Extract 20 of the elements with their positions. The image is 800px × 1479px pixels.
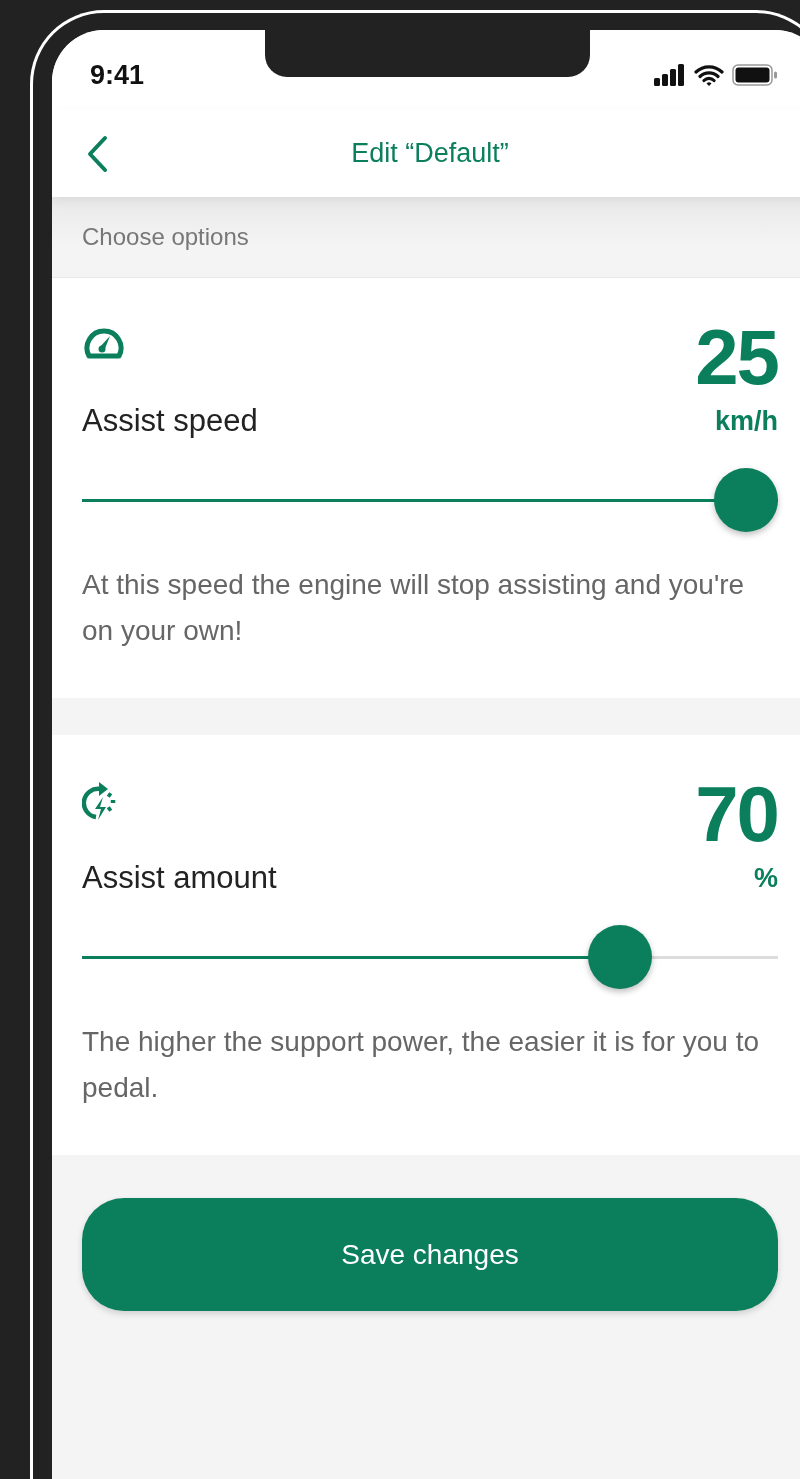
option-label: Assist speed [82, 403, 258, 439]
battery-icon [732, 64, 778, 86]
save-button[interactable]: Save changes [82, 1198, 778, 1311]
status-time: 9:41 [90, 59, 145, 91]
option-unit: km/h [714, 405, 778, 437]
section-label: Choose options [82, 223, 249, 251]
option-value: 70 [695, 775, 778, 853]
slider-thumb[interactable] [587, 925, 652, 989]
back-icon [86, 134, 108, 173]
option-description: At this speed the engine will stop assisting and you're on your own! [82, 568, 746, 648]
screen-title: Edit “Default” [350, 138, 510, 169]
slider-thumb[interactable] [714, 468, 778, 532]
option-description: The higher the support power, the easier it is for you to pedal. [82, 1025, 761, 1105]
wifi-icon [694, 64, 724, 86]
option-unit: % [754, 862, 778, 894]
slider[interactable] [82, 925, 778, 989]
signal-icon [654, 64, 686, 86]
slider[interactable] [82, 468, 778, 532]
option-label: Assist amount [82, 860, 277, 896]
option-value: 25 [695, 318, 778, 396]
